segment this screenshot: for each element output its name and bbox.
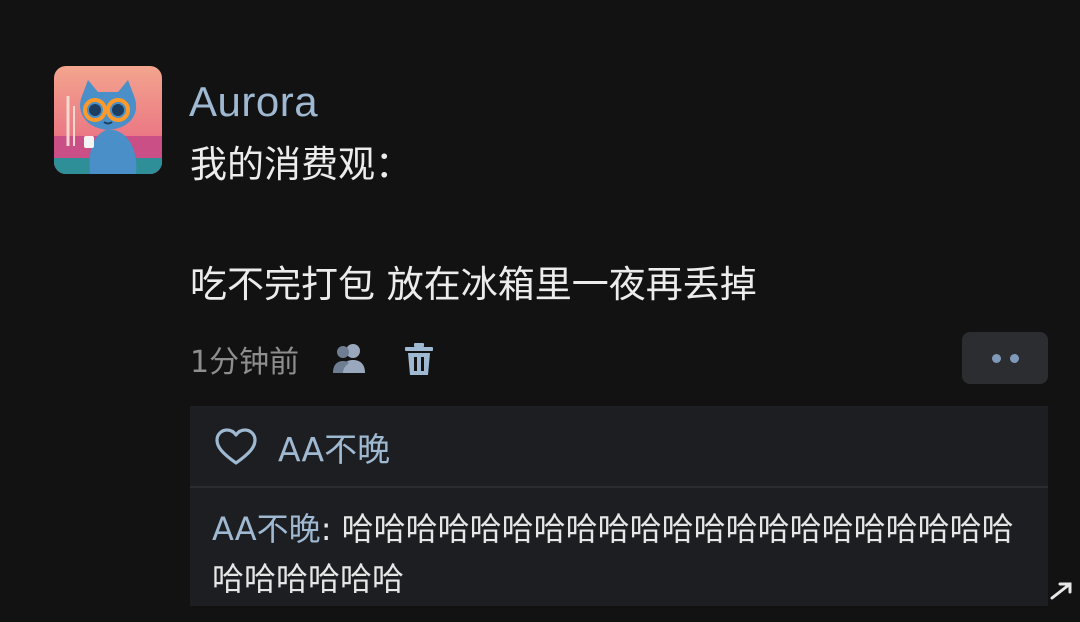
timestamp: 1分钟前 xyxy=(190,345,300,380)
post-meta-row: 1分钟前 xyxy=(190,336,439,382)
friends-visibility-icon[interactable] xyxy=(329,339,369,379)
avatar[interactable] xyxy=(54,66,162,174)
post-text-line-1: 我的消费观： xyxy=(190,143,412,186)
more-dot-icon xyxy=(991,353,1001,363)
comment-box: AA不晚 AA不晚: 哈哈哈哈哈哈哈哈哈哈哈哈哈哈哈哈哈哈哈哈哈哈哈哈哈哈哈 xyxy=(190,406,1048,606)
divider xyxy=(190,486,1048,488)
liker-name[interactable]: AA不晚 xyxy=(278,423,390,471)
cat-avatar-image xyxy=(54,66,162,174)
trash-icon[interactable] xyxy=(399,339,439,379)
more-button[interactable] xyxy=(962,332,1048,384)
moments-screen: Aurora 我的消费观： 吃不完打包 放在冰箱里一夜再丢掉 1分钟前 AA不晚… xyxy=(0,0,1080,622)
comment-author[interactable]: AA不晚 xyxy=(212,510,321,548)
comment[interactable]: AA不晚: 哈哈哈哈哈哈哈哈哈哈哈哈哈哈哈哈哈哈哈哈哈哈哈哈哈哈哈 xyxy=(212,504,1032,604)
heart-outline-icon xyxy=(215,428,257,465)
comment-separator: : xyxy=(320,510,342,548)
more-dot-icon xyxy=(1009,353,1019,363)
post-text-line-2: 吃不完打包 放在冰箱里一夜再丢掉 xyxy=(190,263,757,306)
likes-row: AA不晚 xyxy=(214,424,390,470)
username[interactable]: Aurora xyxy=(189,74,318,130)
corner-arrow-icon xyxy=(1050,582,1072,600)
